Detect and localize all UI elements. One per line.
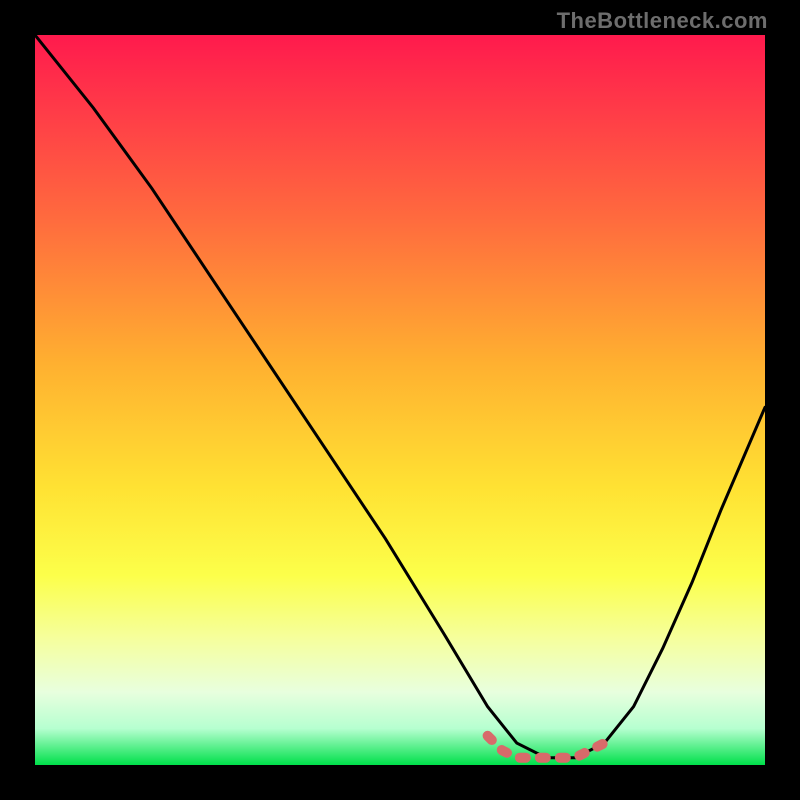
minimum-band [488, 736, 605, 758]
chart-frame: TheBottleneck.com [0, 0, 800, 800]
plot-area [35, 35, 765, 765]
curve-layer [35, 35, 765, 765]
watermark-text: TheBottleneck.com [557, 8, 768, 34]
bottleneck-curve [35, 35, 765, 758]
